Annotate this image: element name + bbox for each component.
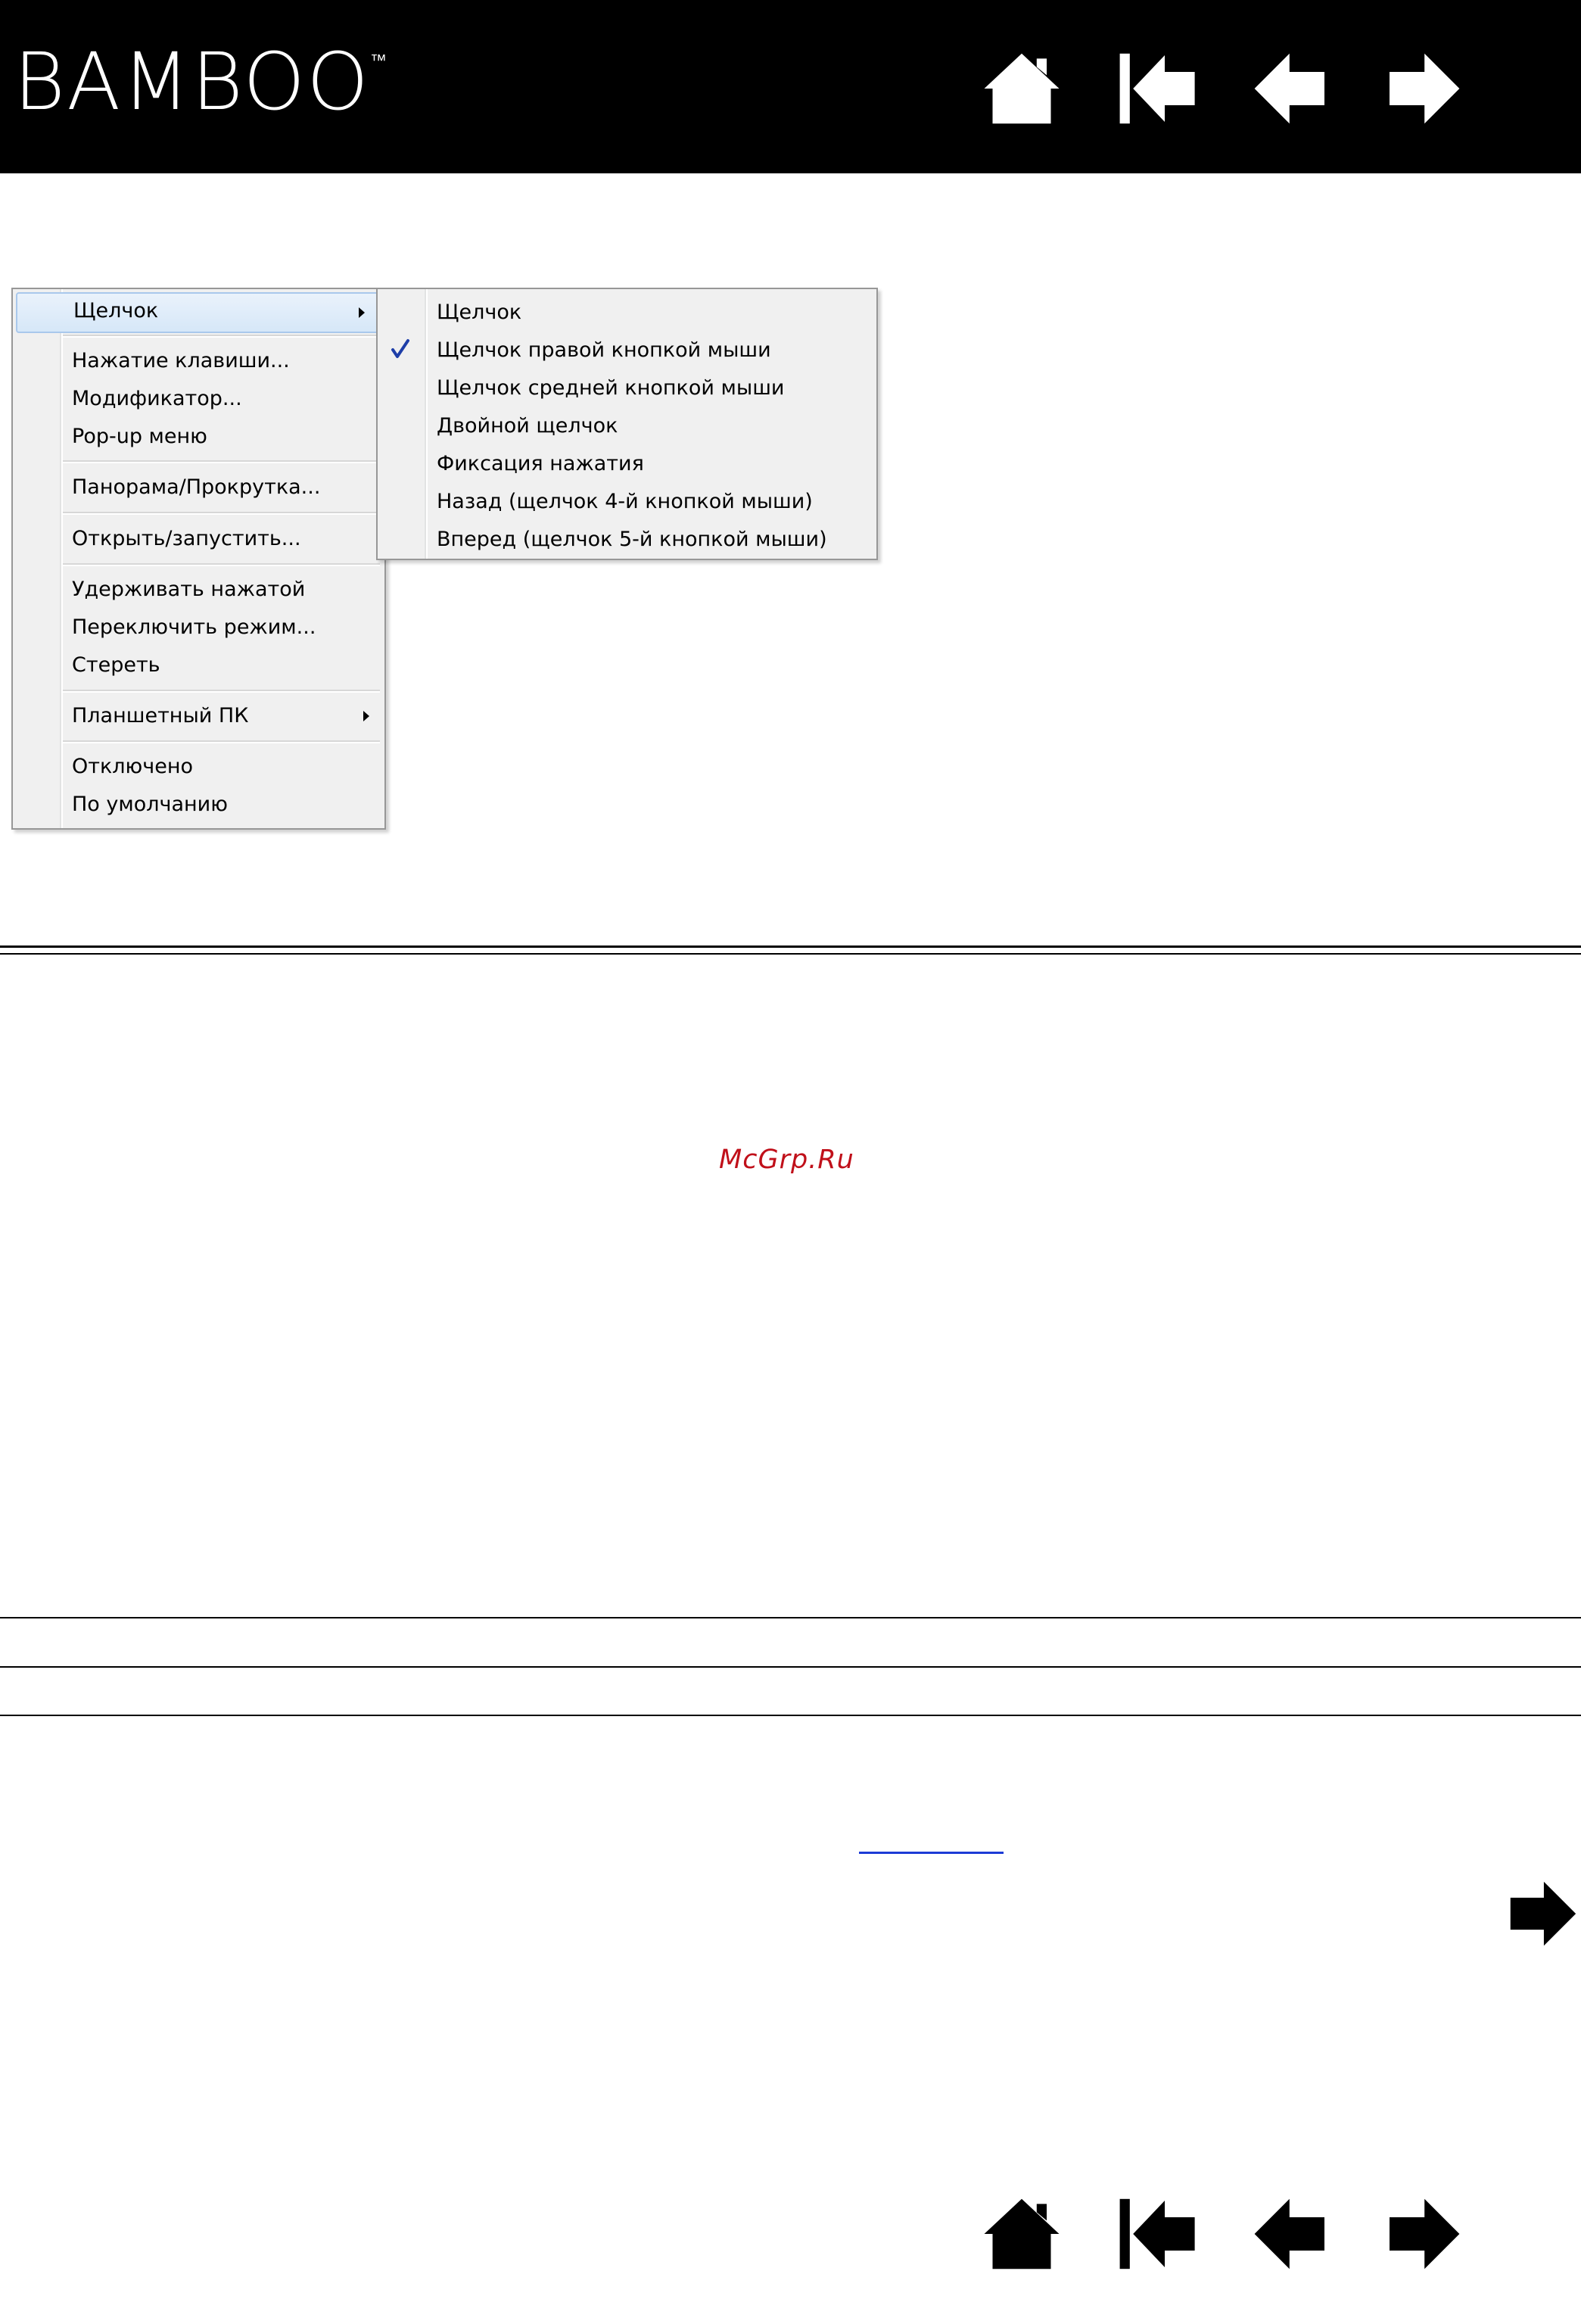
menu-item-label: Назад (щелчок 4-й кнопкой мыши) — [437, 490, 813, 513]
menu-item-label: Удерживать нажатой — [72, 578, 306, 601]
submenu-arrow-icon — [359, 307, 365, 318]
menu-item-label: Панорама/Прокрутка... — [72, 475, 321, 499]
submenu-arrow-icon — [363, 711, 369, 721]
menu-item-label: Отключено — [72, 755, 194, 778]
menu-separator — [63, 563, 380, 566]
bamboo-logo: BAMBOO™ — [14, 42, 388, 121]
context-menu: Щелчок Нажатие клавиши... Модификатор...… — [11, 288, 386, 830]
submenu-item-click-lock[interactable]: Фиксация нажатия — [378, 445, 876, 483]
menu-item-label: Открыть/запустить... — [72, 527, 301, 550]
logo-text: BAMBOO — [14, 36, 370, 128]
menu-item-label: Стереть — [72, 653, 160, 677]
hyperlink[interactable] — [859, 1852, 1004, 1854]
menu-item-tablet-pc[interactable]: Планшетный ПК — [13, 697, 384, 735]
menu-item-keystroke[interactable]: Нажатие клавиши... — [13, 342, 384, 380]
submenu-item-click[interactable]: Щелчок — [378, 294, 876, 332]
menu-item-modifier[interactable]: Модификатор... — [13, 380, 384, 418]
menu-item-open-run[interactable]: Открыть/запустить... — [13, 520, 384, 558]
menu-item-label: Щелчок — [73, 299, 159, 322]
menu-item-label: Планшетный ПК — [72, 704, 249, 727]
menu-separator — [63, 460, 380, 463]
previous-page-icon[interactable] — [1250, 2192, 1333, 2276]
first-page-icon[interactable] — [1115, 2192, 1198, 2276]
menu-separator — [63, 512, 380, 515]
menu-item-popup-menu[interactable]: Pop-up меню — [13, 418, 384, 456]
divider-line — [0, 945, 1581, 948]
menu-separator — [63, 690, 380, 693]
home-icon[interactable] — [980, 2192, 1063, 2276]
submenu-item-forward[interactable]: Вперед (щелчок 5-й кнопкой мыши) — [378, 521, 876, 559]
menu-item-label: Фиксация нажатия — [437, 452, 644, 475]
menu-item-label: Переключить режим... — [72, 615, 316, 639]
menu-separator — [63, 335, 380, 338]
menu-item-pan-scroll[interactable]: Панорама/Прокрутка... — [13, 469, 384, 506]
previous-page-icon[interactable] — [1250, 47, 1333, 130]
first-page-icon[interactable] — [1115, 47, 1198, 130]
click-submenu: Щелчок Щелчок правой кнопкой мыши Щелчок… — [376, 288, 878, 560]
menu-item-label: Двойной щелчок — [437, 414, 618, 438]
menu-item-label: По умолчанию — [72, 793, 228, 816]
divider-line — [0, 953, 1581, 955]
watermark: McGrp.Ru — [719, 1145, 854, 1175]
menu-item-hold[interactable]: Удерживать нажатой — [13, 571, 384, 609]
menu-item-label: Щелчок правой кнопкой мыши — [437, 338, 771, 362]
menu-item-disabled[interactable]: Отключено — [13, 748, 384, 786]
logo-trademark: ™ — [369, 51, 388, 70]
divider-line — [0, 1666, 1581, 1668]
next-page-icon[interactable] — [1506, 1877, 1579, 1950]
menu-item-label: Нажатие клавиши... — [72, 349, 290, 372]
menu-item-label: Вперед (щелчок 5-й кнопкой мыши) — [437, 528, 827, 551]
menu-item-label: Щелчок — [437, 301, 522, 324]
header-bar: BAMBOO™ — [0, 0, 1581, 173]
menu-item-erase[interactable]: Стереть — [13, 646, 384, 684]
divider-line — [0, 1715, 1581, 1716]
menu-item-click[interactable]: Щелчок — [16, 292, 381, 333]
home-icon[interactable] — [980, 47, 1063, 130]
menu-item-label: Pop-up меню — [72, 425, 207, 448]
checkmark-icon — [391, 339, 409, 358]
menu-item-default[interactable]: По умолчанию — [13, 786, 384, 824]
submenu-item-double-click[interactable]: Двойной щелчок — [378, 407, 876, 445]
menu-item-label: Модификатор... — [72, 387, 242, 410]
submenu-item-right-click[interactable]: Щелчок правой кнопкой мыши — [378, 332, 876, 369]
next-page-icon[interactable] — [1381, 2192, 1464, 2276]
menu-separator — [63, 740, 380, 743]
next-page-icon[interactable] — [1381, 47, 1464, 130]
menu-item-label: Щелчок средней кнопкой мыши — [437, 376, 785, 400]
submenu-item-back[interactable]: Назад (щелчок 4-й кнопкой мыши) — [378, 483, 876, 521]
submenu-item-middle-click[interactable]: Щелчок средней кнопкой мыши — [378, 369, 876, 407]
menu-item-mode-toggle[interactable]: Переключить режим... — [13, 609, 384, 646]
divider-line — [0, 1617, 1581, 1618]
